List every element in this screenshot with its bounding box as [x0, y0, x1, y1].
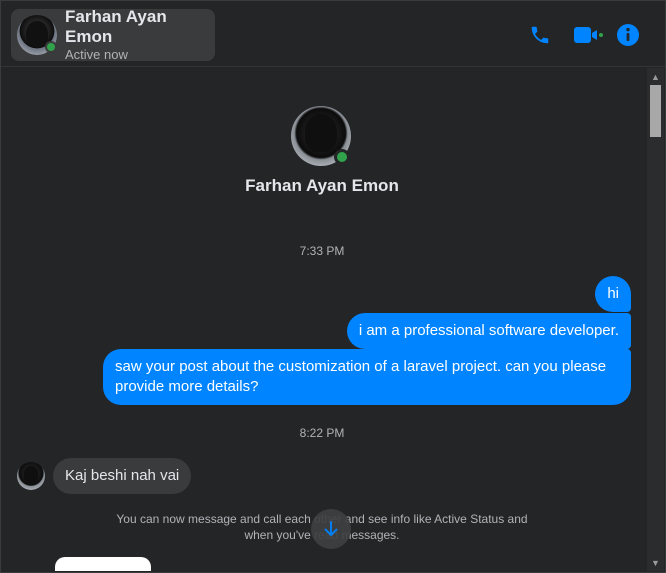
avatar-image: [305, 114, 337, 152]
chat-header: Farhan Ayan Emon Active now: [1, 1, 665, 67]
contact-chip[interactable]: Farhan Ayan Emon Active now: [11, 7, 215, 62]
profile-name[interactable]: Farhan Ayan Emon: [1, 176, 643, 196]
online-indicator: [45, 41, 57, 53]
message-bubble-incoming[interactable]: Kaj beshi nah vai: [53, 458, 192, 494]
scroll-up-icon[interactable]: ▲: [647, 68, 664, 85]
profile-avatar[interactable]: [291, 106, 351, 166]
video-camera-icon: [574, 27, 603, 43]
online-indicator: [334, 149, 350, 165]
timestamp: 8:22 PM: [299, 426, 345, 440]
message-bubble-outgoing[interactable]: i am a professional software developer.: [346, 313, 631, 349]
call-button[interactable]: [527, 22, 553, 48]
attachment-preview[interactable]: [55, 557, 151, 571]
timestamp: 7:33 PM: [299, 244, 345, 258]
info-icon: [617, 24, 639, 46]
arrow-down-icon: [324, 521, 338, 536]
scroll-down-icon[interactable]: ▼: [647, 554, 664, 571]
avatar[interactable]: [17, 15, 57, 55]
avatar-image: [26, 21, 48, 47]
scrollbar[interactable]: ▲ ▼: [647, 68, 664, 571]
avatar-image: [24, 466, 38, 483]
video-call-button[interactable]: [571, 22, 605, 48]
contact-status: Active now: [65, 47, 128, 62]
contact-name: Farhan Ayan Emon: [65, 7, 167, 46]
message-bubble-outgoing[interactable]: saw your post about the customization of…: [103, 349, 631, 405]
message-bubble-outgoing[interactable]: hi: [595, 276, 631, 312]
chat-window: Farhan Ayan Emon Active now ▲ ▼ Farhan A…: [0, 0, 666, 573]
sender-avatar[interactable]: [17, 462, 45, 490]
info-button[interactable]: [615, 22, 641, 48]
scroll-to-bottom-button[interactable]: [311, 509, 351, 549]
scrollbar-thumb[interactable]: [650, 85, 661, 137]
phone-icon: [531, 26, 549, 44]
